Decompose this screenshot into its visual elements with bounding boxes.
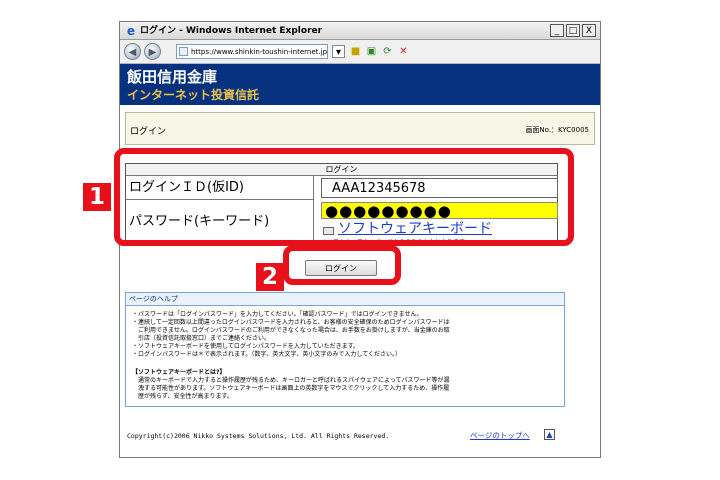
dropdown-icon[interactable]: ▾ xyxy=(332,45,345,58)
help-subheading: 【ソフトウェアキーボードとは?】 xyxy=(132,369,226,376)
minimize-button[interactable]: _ xyxy=(550,24,564,37)
highlight-frame-credentials xyxy=(114,148,574,246)
copyright: Copyright(c)2006 Nikko Systems Solutions… xyxy=(127,432,390,440)
page-title: ログイン xyxy=(130,127,167,137)
close-button[interactable]: X xyxy=(582,24,596,37)
back-button-icon[interactable]: ◀ xyxy=(124,43,141,60)
window-title: ログイン - Windows Internet Explorer xyxy=(140,26,323,36)
help-line: 洩する可能性があります。ソフトウェアキーボードは画面上の英数字をマウスでクリック… xyxy=(132,385,450,392)
refresh-icon[interactable]: ⟳ xyxy=(381,45,394,58)
help-line: 引店（投資信託取扱窓口）までご連絡ください。 xyxy=(132,335,271,342)
help-line: 通常のキーボードで入力すると操作履歴が残るため、キーロガーと呼ばれるスパイウェア… xyxy=(132,377,450,384)
address-url: https://www.shinkin-toushin-internet.jp xyxy=(191,48,328,56)
help-title: ページのヘルプ xyxy=(126,293,564,306)
maximize-button[interactable]: □ xyxy=(566,24,580,37)
help-line: ・連続して一定回数以上間違ったログインパスワードを入力されると、お客様の安全確保… xyxy=(132,319,450,326)
stop-icon[interactable]: ✕ xyxy=(397,45,410,58)
forward-button-icon[interactable]: ▶ xyxy=(144,43,161,60)
ie-logo-icon: e xyxy=(126,24,136,38)
help-line: ・ソフトウェアキーボードを使用してログインパスワードを入力していただきます。 xyxy=(132,343,360,350)
help-line: 歴が残らず、安全性が高まります。 xyxy=(132,393,233,400)
bank-subtitle: インターネット投資信託 xyxy=(127,88,260,102)
bank-banner: 飯田信用金庫 インターネット投資信託 xyxy=(120,64,600,105)
bank-name: 飯田信用金庫 xyxy=(127,68,218,86)
address-bar[interactable]: https://www.shinkin-toushin-internet.jp xyxy=(176,44,328,59)
page-help: ページのヘルプ ・パスワードは「ログインパスワード」を入力してください。「確認パ… xyxy=(125,292,565,407)
help-line: ・パスワードは「ログインパスワード」を入力してください。「確認パスワード」ではロ… xyxy=(132,311,423,318)
browser-toolbar: ◀ ▶ https://www.shinkin-toushin-internet… xyxy=(120,40,600,64)
highlight-frame-login-button xyxy=(283,245,401,285)
lock-icon[interactable]: ■ xyxy=(349,45,362,58)
page-header: ログイン 画面No.：KYC0005 xyxy=(125,112,595,145)
page-top-link[interactable]: ページのトップへ xyxy=(470,430,530,441)
page-icon xyxy=(179,47,188,56)
compatibility-icon[interactable]: ▣ xyxy=(365,45,378,58)
step-marker-1: 1 xyxy=(83,183,111,211)
screen-number: 画面No.：KYC0005 xyxy=(525,126,589,134)
arrow-up-icon[interactable]: ▲ xyxy=(544,429,555,440)
help-line: ・ログインパスワードは＊で表示されます。（数字、英大文字、英小文字のみで入力して… xyxy=(132,351,402,358)
step-marker-2: 2 xyxy=(256,263,284,291)
title-bar: e ログイン - Windows Internet Explorer _ □ X xyxy=(120,22,600,40)
help-line: ご利用できません。ログインパスワードのご利用ができなくなった場合は、お手数をお掛… xyxy=(132,327,450,334)
